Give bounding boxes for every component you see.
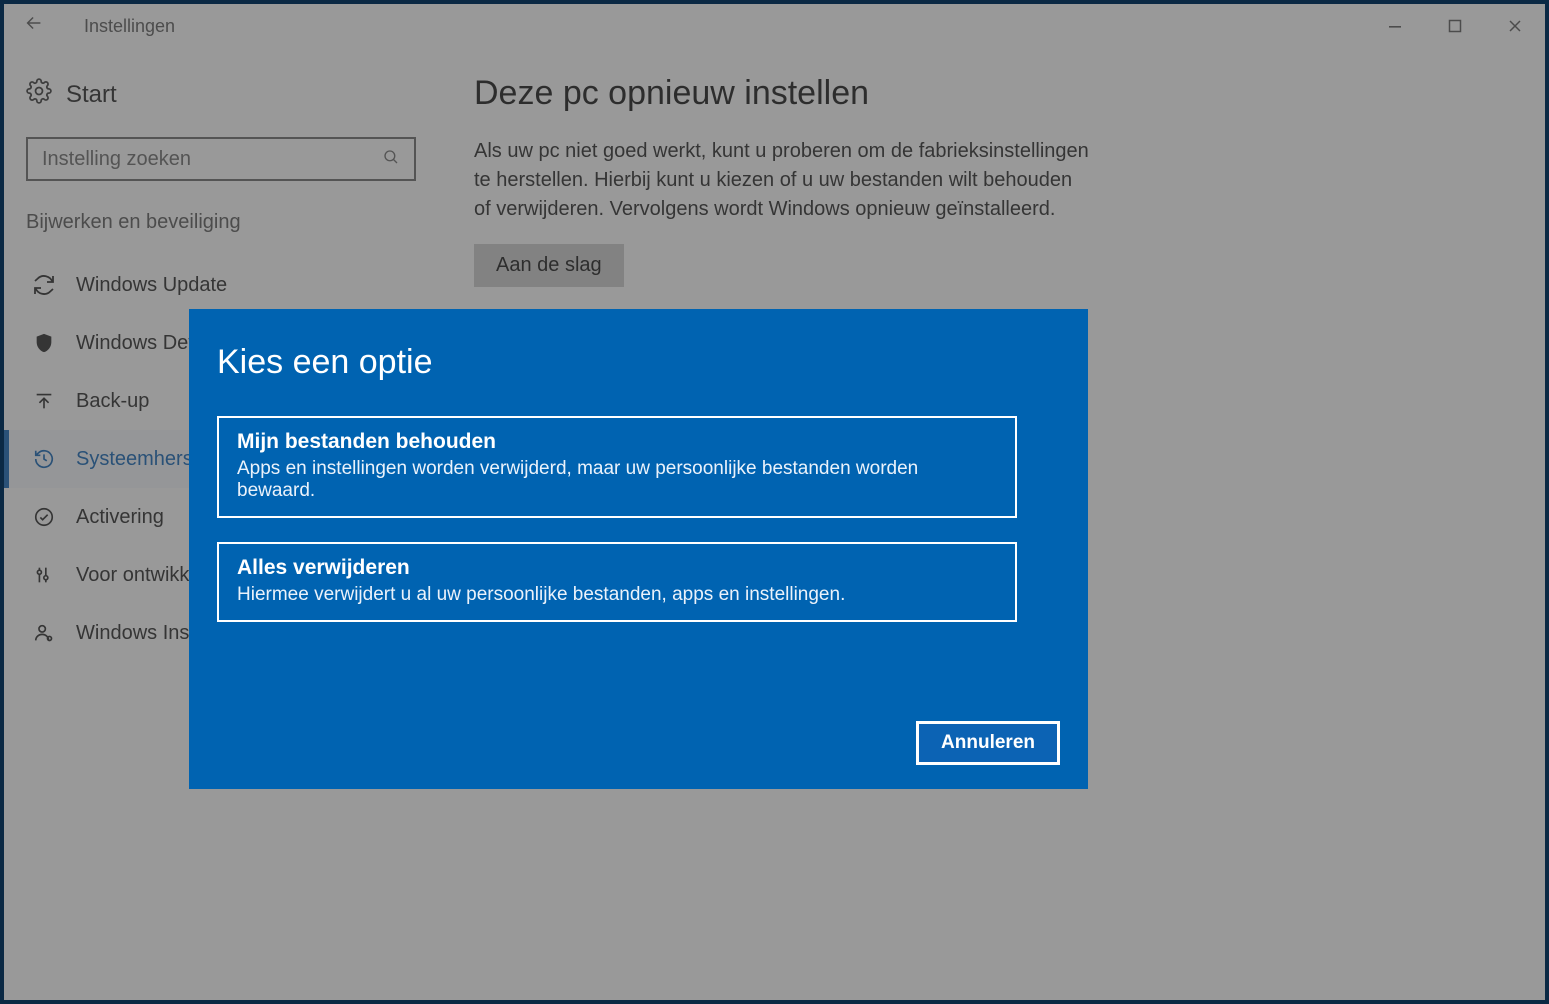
option-description: Hiermee verwijdert u al uw persoonlijke … bbox=[237, 584, 997, 606]
settings-window: Instellingen Start Instelling zoeken bbox=[4, 4, 1545, 1000]
cancel-button[interactable]: Annuleren bbox=[916, 721, 1060, 765]
reset-dialog: Kies een optie Mijn bestanden behouden A… bbox=[189, 309, 1088, 789]
dialog-footer: Annuleren bbox=[916, 721, 1060, 765]
option-title: Alles verwijderen bbox=[237, 556, 997, 580]
option-keep-files[interactable]: Mijn bestanden behouden Apps en instelli… bbox=[217, 416, 1017, 518]
option-title: Mijn bestanden behouden bbox=[237, 430, 997, 454]
option-description: Apps en instellingen worden verwijderd, … bbox=[237, 458, 997, 502]
option-remove-all[interactable]: Alles verwijderen Hiermee verwijdert u a… bbox=[217, 542, 1017, 622]
dialog-title: Kies een optie bbox=[217, 343, 1060, 382]
